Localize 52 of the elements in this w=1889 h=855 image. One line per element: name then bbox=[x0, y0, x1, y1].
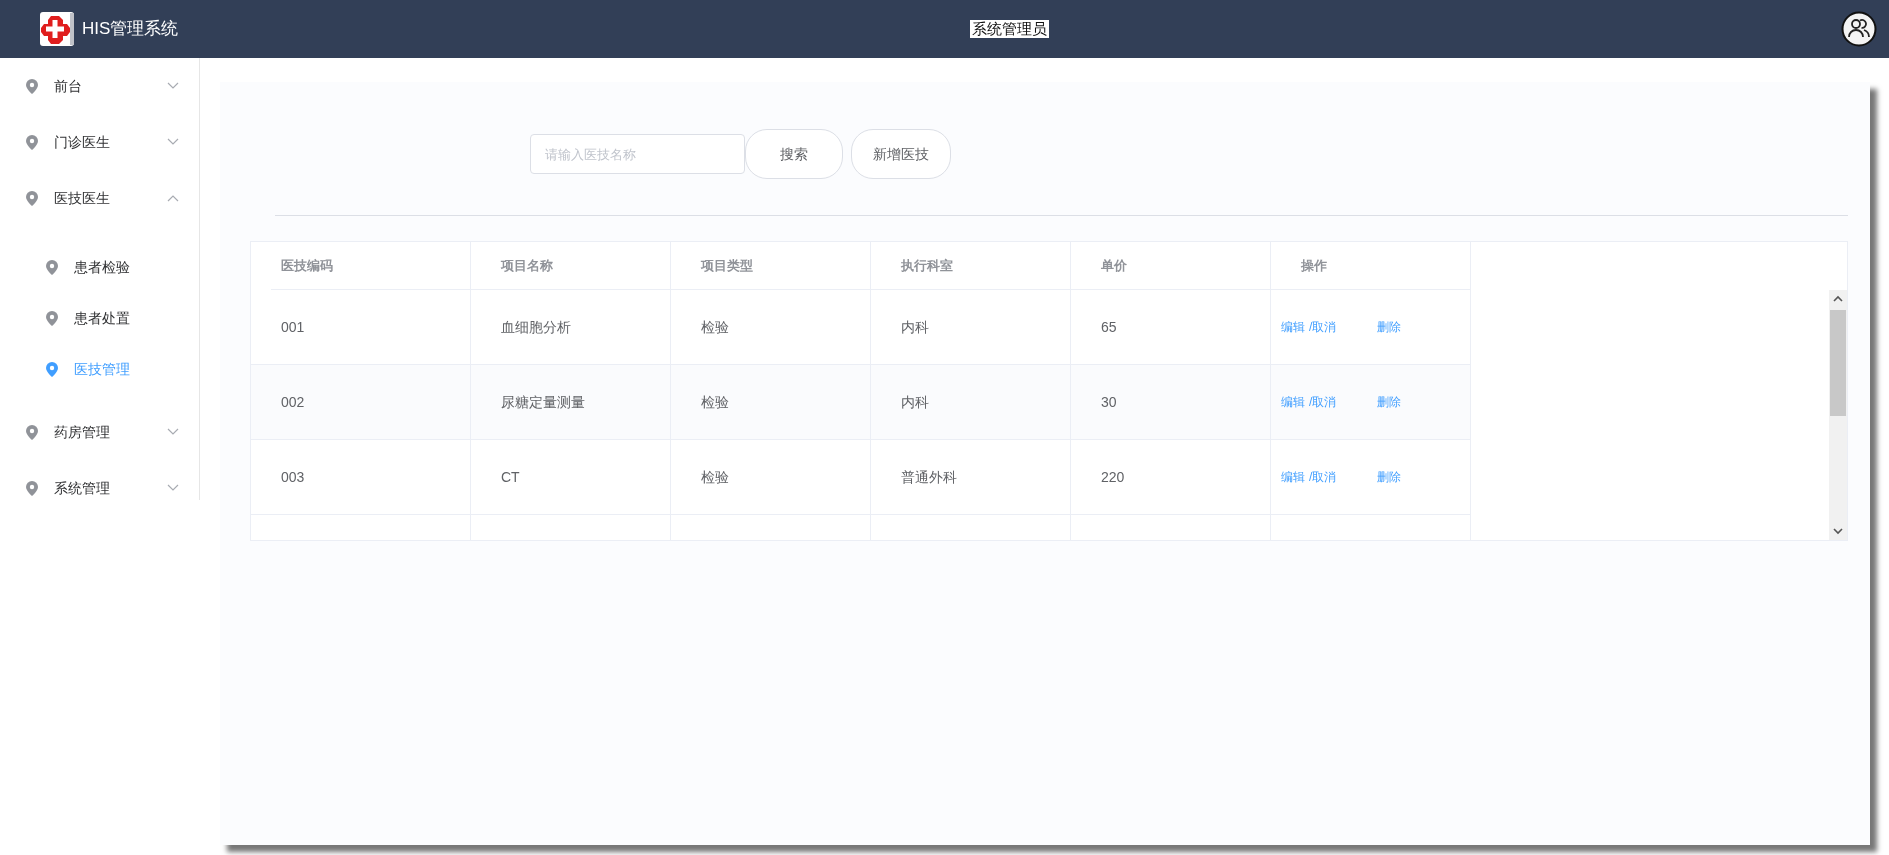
search-button[interactable]: 搜索 bbox=[745, 129, 843, 179]
delete-link[interactable]: 删除 bbox=[1377, 393, 1402, 411]
location-pin-icon bbox=[46, 362, 58, 377]
table-cell: 尿糖定量测量 bbox=[471, 365, 671, 440]
sidebar-item[interactable]: 药房管理 bbox=[0, 404, 199, 460]
cancel-link[interactable]: /取消 bbox=[1309, 468, 1337, 486]
sidebar-item[interactable]: 医技医生 bbox=[0, 170, 199, 226]
sidebar-item[interactable]: 系统管理 bbox=[0, 460, 199, 516]
column-header: 单价 bbox=[1071, 242, 1271, 290]
location-pin-icon bbox=[46, 260, 58, 275]
edit-link[interactable]: 编辑 bbox=[1281, 393, 1305, 411]
delete-link[interactable]: 删除 bbox=[1377, 318, 1402, 336]
scrollbar-thumb[interactable] bbox=[1830, 310, 1846, 416]
submenu-item[interactable]: 医技管理 bbox=[0, 344, 199, 395]
table-cell: 检验 bbox=[671, 440, 871, 515]
delete-link[interactable]: 删除 bbox=[1377, 468, 1402, 486]
column-header: 项目名称 bbox=[471, 242, 671, 290]
user-avatar-icon[interactable] bbox=[1841, 11, 1877, 47]
table-cell: 30 bbox=[1071, 365, 1271, 440]
table-cell: CT bbox=[471, 440, 671, 515]
table-cell: 220 bbox=[1071, 440, 1271, 515]
app-title: HIS管理系统 bbox=[82, 18, 179, 41]
add-button[interactable]: 新增医技 bbox=[851, 129, 951, 179]
scrollbar[interactable] bbox=[1829, 290, 1847, 540]
location-pin-icon bbox=[26, 424, 38, 440]
submenu-item[interactable]: 患者检验 bbox=[0, 242, 199, 293]
user-name: 系统管理员 bbox=[970, 20, 1050, 38]
table-cell: 002 bbox=[251, 365, 471, 440]
scroll-down-icon[interactable] bbox=[1833, 528, 1843, 535]
table-cell: 检验 bbox=[671, 365, 871, 440]
edit-link[interactable]: 编辑 bbox=[1281, 318, 1305, 336]
location-pin-icon bbox=[26, 480, 38, 496]
table-cell: 内科 bbox=[871, 365, 1071, 440]
location-pin-icon bbox=[26, 190, 38, 206]
column-header: 医技编码 bbox=[271, 242, 471, 290]
search-field[interactable]: 请输入医技名称 bbox=[530, 134, 745, 174]
table-cell: 普通外科 bbox=[871, 440, 1071, 515]
edit-link[interactable]: 编辑 bbox=[1281, 468, 1305, 486]
cross-logo-icon bbox=[40, 12, 74, 46]
column-header: 项目类型 bbox=[671, 242, 871, 290]
location-pin-icon bbox=[26, 78, 38, 94]
location-pin-icon bbox=[46, 311, 58, 326]
location-pin-icon bbox=[26, 134, 38, 150]
cancel-link[interactable]: /取消 bbox=[1309, 318, 1337, 336]
submenu-item[interactable]: 患者处置 bbox=[0, 293, 199, 344]
column-header: 执行科室 bbox=[871, 242, 1071, 290]
sidebar-item[interactable]: 门诊医生 bbox=[0, 114, 199, 170]
column-header: 操作 bbox=[1271, 242, 1471, 290]
scroll-up-icon[interactable] bbox=[1833, 295, 1843, 302]
table-cell: 003 bbox=[251, 440, 471, 515]
sidebar-item[interactable]: 前台 bbox=[0, 58, 199, 114]
cancel-link[interactable]: /取消 bbox=[1309, 393, 1337, 411]
